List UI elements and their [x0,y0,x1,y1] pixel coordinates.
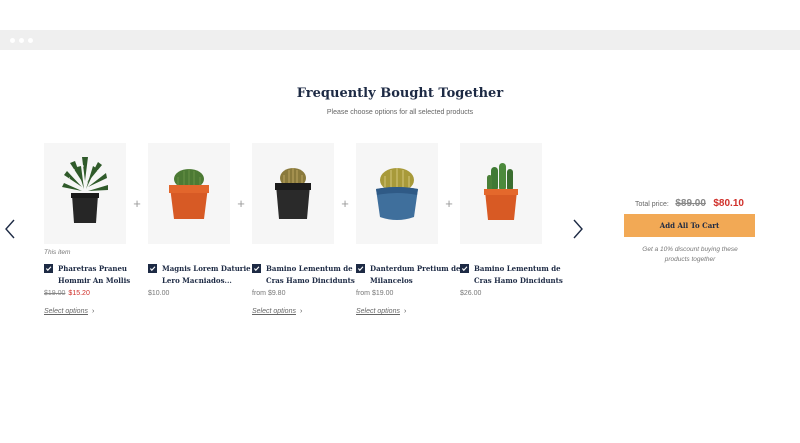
product-name-row: Danterdum Pretium de Milancelos [356,263,466,287]
select-options-link[interactable]: Select options › [44,308,94,315]
product-card: This item Pharetras Praneu Hommir An Mol… [44,143,130,315]
product-image[interactable] [252,143,334,244]
product-name-row: Bamino Lementum de Cras Hamo Dincidunts [460,263,570,287]
product-price: $10.00 [148,290,170,297]
checkmark-icon [253,266,260,272]
plus-icon: + [133,196,141,211]
plus-icon: + [341,196,349,211]
product-price: from $19.00 [356,290,394,297]
product-name[interactable]: Danterdum Pretium de Milancelos [370,263,466,287]
product-image[interactable] [356,143,438,244]
product-checkbox[interactable] [252,264,261,273]
select-options-label: Select options [44,308,88,315]
product-image[interactable] [148,143,230,244]
browser-title-bar [0,30,800,50]
plus-icon: + [237,196,245,211]
select-options-link[interactable]: Select options › [252,308,302,315]
chevron-right-icon [573,219,583,239]
chevron-left-icon [5,219,15,239]
total-price-sale: $80.10 [713,198,744,209]
product-price: $19.00 $15.20 [44,290,90,297]
checkmark-icon [357,266,364,272]
chevron-right-icon: › [403,308,407,315]
product-price: $26.00 [460,290,482,297]
window-dot-icon [10,38,15,43]
product-checkbox[interactable] [460,264,469,273]
product-name[interactable]: Magnis Lorem Daturie Lero Macniados... [162,263,258,287]
select-options-label: Select options [356,308,400,315]
product-card: Bamino Lementum de Cras Hamo Dincidunts … [460,143,563,297]
select-options-label: Select options [252,308,296,315]
section-subtitle: Please choose options for all selected p… [326,109,474,116]
product-name[interactable]: Bamino Lementum de Cras Hamo Dincidunts [474,263,570,287]
price-old: $19.00 [44,290,66,297]
plus-icon: + [445,196,453,211]
product-card: Bamino Lementum de Cras Hamo Dincidunts … [252,143,355,315]
carousel-next-button[interactable] [571,218,585,240]
product-checkbox[interactable] [148,264,157,273]
product-name-row: Magnis Lorem Daturie Lero Macniados... [148,263,258,287]
product-image[interactable] [44,143,126,244]
add-all-to-cart-button[interactable]: Add All To Cart [624,214,755,237]
total-price-label: Total price: [635,201,669,208]
checkmark-icon [45,266,52,272]
product-image[interactable] [460,143,542,244]
total-price-old: $89.00 [675,198,706,209]
product-card: Magnis Lorem Daturie Lero Macniados... $… [148,143,251,297]
product-name[interactable]: Bamino Lementum de Cras Hamo Dincidunts [266,263,362,287]
product-name-row: Bamino Lementum de Cras Hamo Dincidunts [252,263,362,287]
carousel-prev-button[interactable] [3,218,17,240]
section-title: Frequently Bought Together [296,86,504,101]
window-dot-icon [28,38,33,43]
price-sale: $15.20 [68,290,90,297]
checkmark-icon [149,266,156,272]
discount-note: Get a 10% discount buying these products… [642,246,738,263]
chevron-right-icon: › [299,308,303,315]
product-checkbox[interactable] [44,264,53,273]
this-item-label: This item [44,249,71,256]
chevron-right-icon: › [91,308,95,315]
total-price: Total price: $89.00 $80.10 [624,193,755,211]
product-name-row: Pharetras Praneu Hommir An Mollis [44,263,154,287]
checkmark-icon [461,266,468,272]
window-dot-icon [19,38,24,43]
product-checkbox[interactable] [356,264,365,273]
product-name[interactable]: Pharetras Praneu Hommir An Mollis [58,263,154,287]
select-options-link[interactable]: Select options › [356,308,406,315]
product-price: from $9.80 [252,290,286,297]
product-card: Danterdum Pretium de Milancelos from $19… [356,143,460,315]
